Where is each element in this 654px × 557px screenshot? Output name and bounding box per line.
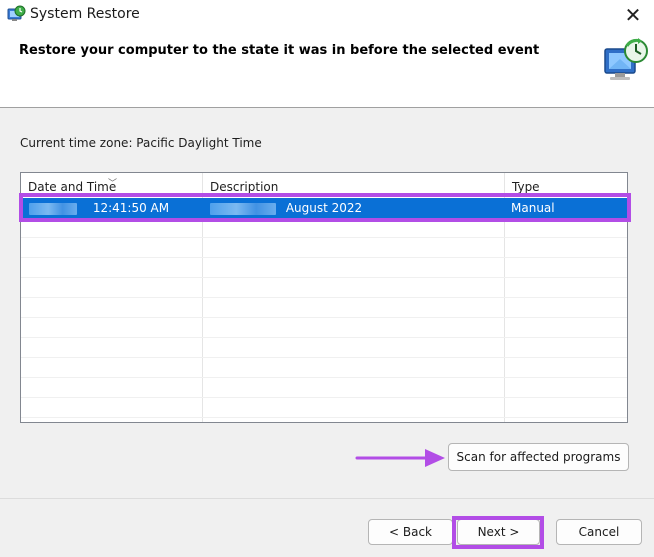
window-title: System Restore: [30, 6, 140, 22]
cancel-button[interactable]: Cancel: [556, 519, 642, 545]
empty-row: [21, 358, 627, 378]
column-header-label: Type: [512, 180, 540, 194]
empty-row: [21, 398, 627, 418]
close-icon: ✕: [624, 3, 642, 27]
close-button[interactable]: ✕: [612, 0, 654, 30]
column-header-type[interactable]: Type: [505, 173, 627, 195]
back-button[interactable]: < Back: [368, 519, 453, 545]
page-heading: Restore your computer to the state it wa…: [19, 43, 540, 58]
empty-row: [21, 278, 627, 298]
timezone-label: Current time zone: Pacific Daylight Time: [20, 136, 262, 150]
time-value: 12:41:50 AM: [92, 201, 170, 215]
redacted-date: [29, 202, 77, 215]
empty-row: [21, 338, 627, 358]
empty-row: [21, 318, 627, 338]
column-header-date-time[interactable]: Date and Time ﹀: [21, 173, 202, 195]
restore-point-list[interactable]: Date and Time ﹀ Description Type 12:41:5…: [20, 172, 628, 423]
redacted-description: [210, 202, 276, 215]
column-header-label: Date and Time: [28, 180, 117, 194]
empty-row: [21, 378, 627, 398]
cell-description: August 2022: [210, 198, 502, 218]
column-header-description[interactable]: Description: [203, 173, 505, 195]
scan-affected-programs-button[interactable]: Scan for affected programs: [448, 443, 629, 471]
empty-row: [21, 258, 627, 278]
description-value: August 2022: [285, 201, 363, 215]
title-bar: System Restore ✕: [0, 0, 654, 30]
list-header: Date and Time ﹀ Description Type: [21, 173, 627, 195]
sort-descending-icon: ﹀: [108, 179, 118, 189]
header-band: [0, 30, 654, 108]
system-restore-app-icon: [7, 5, 26, 21]
cell-type: Manual: [511, 198, 627, 218]
empty-row: [21, 238, 627, 258]
column-header-label: Description: [210, 180, 279, 194]
next-button[interactable]: Next >: [457, 519, 540, 545]
pointer-arrow-annotation: [355, 449, 445, 467]
cell-date-time: 12:41:50 AM: [29, 198, 199, 218]
type-value: Manual: [511, 201, 555, 215]
system-restore-computer-clock-icon: [604, 38, 648, 80]
restore-point-row[interactable]: 12:41:50 AM August 2022 Manual: [21, 198, 627, 218]
empty-row: [21, 218, 627, 238]
empty-row: [21, 298, 627, 318]
